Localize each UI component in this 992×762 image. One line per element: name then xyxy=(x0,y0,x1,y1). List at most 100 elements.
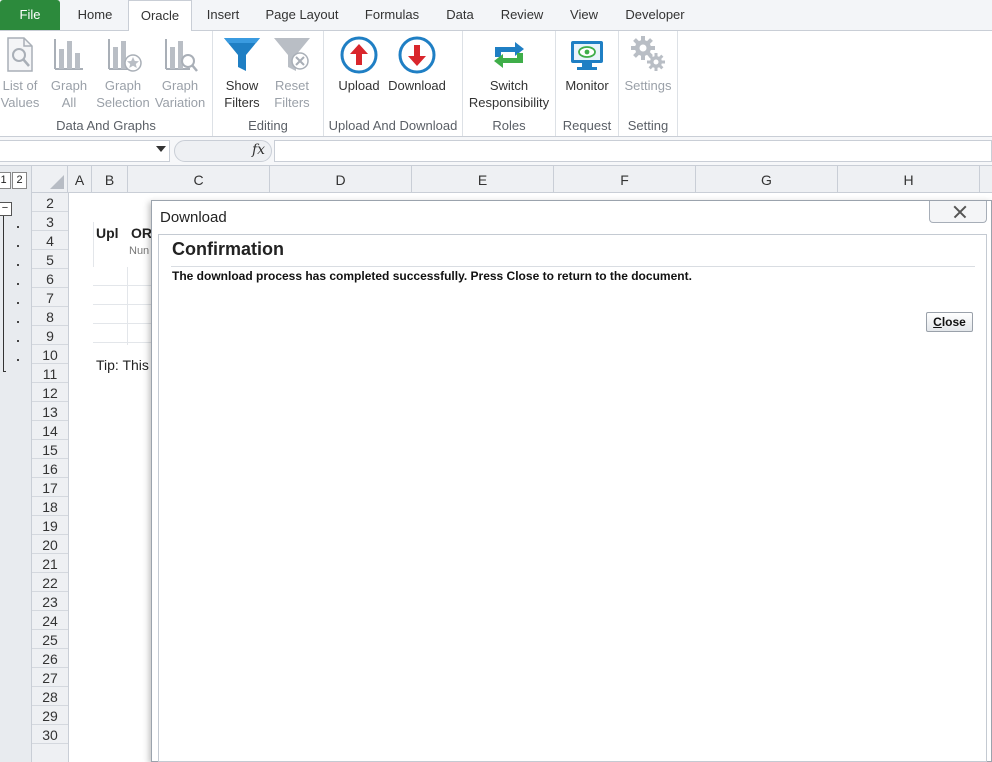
row-header[interactable]: 13 xyxy=(32,402,68,421)
column-header[interactable]: E xyxy=(412,166,554,192)
row-header[interactable]: 20 xyxy=(32,535,68,554)
graph-all-button[interactable]: Graph All xyxy=(48,33,90,111)
list-of-values-button[interactable]: List of Values xyxy=(0,33,40,111)
outline-bracket-end xyxy=(3,371,6,372)
row-header[interactable]: 25 xyxy=(32,630,68,649)
row-header[interactable]: 16 xyxy=(32,459,68,478)
column-header[interactable]: A xyxy=(68,166,92,192)
row-header[interactable]: 10 xyxy=(32,345,68,364)
row-header[interactable]: 11 xyxy=(32,364,68,383)
ribbon-tab-bar: File Home Oracle Insert Page Layout Form… xyxy=(0,0,992,31)
select-all-corner[interactable] xyxy=(32,166,68,192)
group-label: Upload And Download xyxy=(328,118,458,133)
upload-button[interactable]: Upload xyxy=(334,33,384,94)
download-dialog: Download Confirmation The download proce… xyxy=(151,200,992,762)
monitor-button[interactable]: Monitor xyxy=(560,33,614,94)
reset-filters-button[interactable]: Reset Filters xyxy=(269,33,315,111)
close-button[interactable]: Close xyxy=(926,312,973,332)
row-header[interactable]: 3 xyxy=(32,212,68,231)
bar-chart-icon xyxy=(54,39,83,70)
group-label: Roles xyxy=(492,118,526,133)
group-label: Request xyxy=(562,118,612,133)
column-header[interactable]: B xyxy=(92,166,128,192)
tab-data[interactable]: Data xyxy=(438,0,482,30)
tab-developer[interactable]: Developer xyxy=(616,0,694,30)
column-header[interactable]: C xyxy=(128,166,270,192)
cell-c4[interactable]: Nun xyxy=(129,245,149,257)
outline-bracket xyxy=(3,216,4,372)
tab-review[interactable]: Review xyxy=(492,0,552,30)
row-header[interactable]: 5 xyxy=(32,250,68,269)
formula-input[interactable] xyxy=(274,140,992,162)
tab-oracle[interactable]: Oracle xyxy=(128,0,192,31)
dialog-content: Confirmation The download process has co… xyxy=(158,234,987,762)
show-filters-button[interactable]: Show Filters xyxy=(219,33,265,111)
group-label: Editing xyxy=(248,118,288,133)
row-header[interactable]: 17 xyxy=(32,478,68,497)
row-header[interactable]: 12 xyxy=(32,383,68,402)
row-header[interactable]: 22 xyxy=(32,573,68,592)
row-header[interactable]: 14 xyxy=(32,421,68,440)
column-header[interactable]: H xyxy=(838,166,980,192)
row-header[interactable]: 18 xyxy=(32,497,68,516)
column-header[interactable]: G xyxy=(696,166,838,192)
row-header[interactable]: 6 xyxy=(32,269,68,288)
tab-formulas[interactable]: Formulas xyxy=(356,0,428,30)
row-header[interactable]: 27 xyxy=(32,668,68,687)
graph-selection-button[interactable]: Graph Selection xyxy=(96,33,150,111)
upload-arrow-icon xyxy=(340,36,378,74)
row-header-bar: 2 3 4 5 6 7 8 9 10 11 12 13 14 15 16 17 18 19 20 21 22 23 24 25… xyxy=(32,193,69,762)
row-header[interactable]: 26 xyxy=(32,649,68,668)
group-request: Monitor Request xyxy=(556,31,619,136)
row-header[interactable]: 28 xyxy=(32,687,68,706)
list-of-values-icon xyxy=(7,37,33,72)
outline-collapse-button[interactable]: − xyxy=(0,202,12,216)
row-header[interactable]: 2 xyxy=(32,193,68,212)
confirmation-message: The download process has completed succe… xyxy=(172,269,692,283)
dialog-close-icon[interactable] xyxy=(929,201,987,223)
cell-b10[interactable]: Tip: This xyxy=(96,357,149,373)
group-upload-and-download: Upload Download Upload And Download xyxy=(324,31,463,136)
filter-icon xyxy=(224,38,260,71)
cell-b3[interactable]: Upl xyxy=(96,225,119,241)
chart-magnifier-icon xyxy=(165,39,198,72)
row-header[interactable]: 15 xyxy=(32,440,68,459)
tab-file[interactable]: File xyxy=(0,0,60,30)
outline-level-1-button[interactable]: 1 xyxy=(0,172,11,189)
row-header[interactable]: 24 xyxy=(32,611,68,630)
outline-level-2-button[interactable]: 2 xyxy=(12,172,27,189)
group-roles: Switch Responsibility Roles xyxy=(463,31,556,136)
filter-clear-icon xyxy=(274,38,310,71)
row-header[interactable]: 30 xyxy=(32,725,68,744)
monitor-icon xyxy=(571,41,603,70)
name-box[interactable] xyxy=(0,140,170,162)
row-header[interactable]: 4 xyxy=(32,231,68,250)
row-header[interactable]: 21 xyxy=(32,554,68,573)
column-header[interactable]: F xyxy=(554,166,696,192)
group-data-and-graphs: List of Values Graph All Graph Selection… xyxy=(0,31,213,136)
download-arrow-icon xyxy=(398,36,436,74)
cell-c3[interactable]: OR xyxy=(131,225,152,241)
confirmation-heading: Confirmation xyxy=(172,239,284,259)
row-header[interactable]: 29 xyxy=(32,706,68,725)
graph-variation-button[interactable]: Graph Variation xyxy=(153,33,207,111)
row-header[interactable]: 9 xyxy=(32,326,68,345)
settings-button[interactable]: Settings xyxy=(621,33,675,94)
group-label: Data And Graphs xyxy=(56,118,156,133)
tab-view[interactable]: View xyxy=(562,0,606,30)
tab-insert[interactable]: Insert xyxy=(196,0,250,30)
column-header-bar: A B C D E F G H xyxy=(32,166,992,193)
download-button[interactable]: Download xyxy=(386,33,448,94)
switch-arrows-icon xyxy=(494,42,524,68)
insert-function-icon[interactable]: fx xyxy=(252,142,265,158)
row-header[interactable]: 23 xyxy=(32,592,68,611)
group-setting: Settings Setting xyxy=(619,31,678,136)
tab-home[interactable]: Home xyxy=(66,0,124,30)
switch-responsibility-button[interactable]: Switch Responsibility xyxy=(467,33,551,111)
column-header[interactable]: D xyxy=(270,166,412,192)
row-header[interactable]: 7 xyxy=(32,288,68,307)
tab-page-layout[interactable]: Page Layout xyxy=(256,0,348,30)
row-header[interactable]: 8 xyxy=(32,307,68,326)
row-header[interactable]: 19 xyxy=(32,516,68,535)
chevron-down-icon[interactable] xyxy=(156,146,166,152)
